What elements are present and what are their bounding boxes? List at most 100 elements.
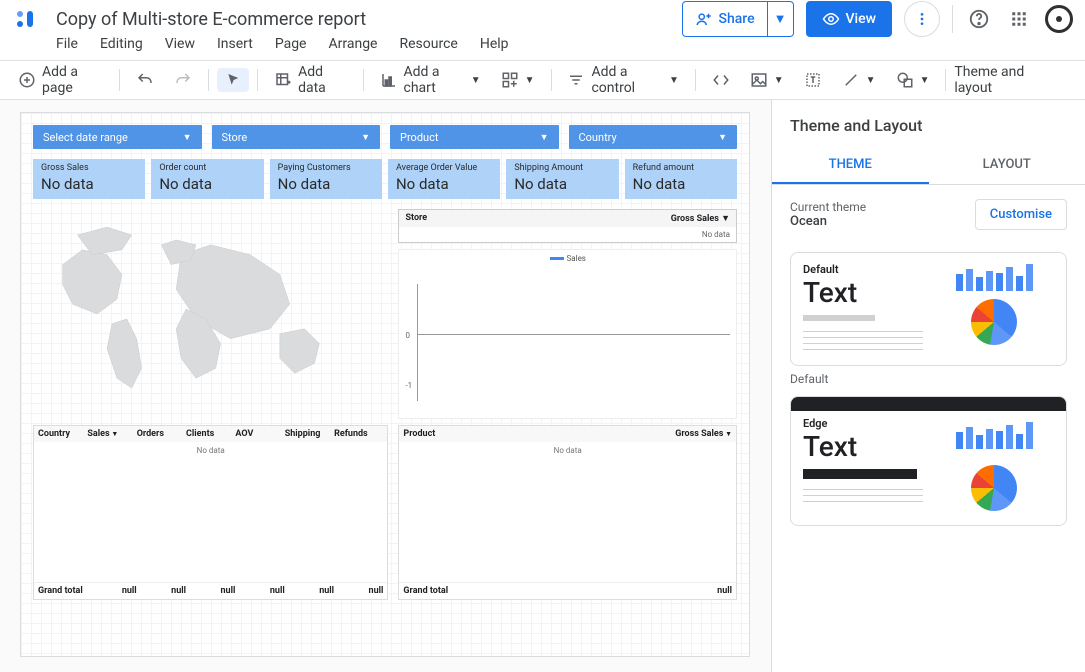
col-header[interactable]: Country: [38, 429, 87, 439]
theme-layout-button[interactable]: Theme and layout: [954, 64, 1075, 96]
report-canvas[interactable]: Select date range▼ Store▼ Product▼ Count…: [20, 112, 750, 657]
col-header[interactable]: Sales: [87, 429, 136, 439]
menu-file[interactable]: File: [56, 36, 78, 52]
chevron-down-icon: ▼: [866, 75, 876, 86]
select-tool-button[interactable]: [217, 68, 249, 92]
theme-card-default[interactable]: Default Text: [790, 252, 1067, 366]
product-table[interactable]: Product Gross Sales No data Grand total …: [398, 425, 737, 600]
share-button[interactable]: Share: [683, 2, 767, 36]
add-control-label: Add a control: [591, 64, 662, 96]
scorecard-refund[interactable]: Refund amountNo data: [625, 159, 737, 199]
apps-grid-icon[interactable]: [1005, 5, 1033, 33]
add-control-button[interactable]: Add a control ▼: [559, 60, 686, 100]
separator: [363, 69, 364, 91]
chevron-down-icon: ▼: [361, 132, 370, 143]
undo-button[interactable]: [128, 67, 162, 93]
scorecard-shipping[interactable]: Shipping AmountNo data: [506, 159, 618, 199]
store-table[interactable]: StoreGross Sales ▼ No data: [398, 209, 737, 243]
filter-date-range[interactable]: Select date range▼: [33, 125, 202, 149]
more-options-button[interactable]: [904, 1, 940, 37]
menu-insert[interactable]: Insert: [217, 36, 253, 52]
toolbar: Add a page Add data Add a chart ▼ ▼ Add …: [0, 60, 1085, 100]
filter-icon: [567, 71, 585, 89]
filter-country[interactable]: Country▼: [569, 125, 738, 149]
help-icon[interactable]: [965, 5, 993, 33]
app-logo-icon[interactable]: [12, 5, 40, 33]
chevron-down-icon: ▼: [471, 75, 481, 86]
col-header[interactable]: Refunds: [334, 429, 383, 439]
filter-product[interactable]: Product▼: [390, 125, 559, 149]
text-icon: [804, 71, 822, 89]
line-button[interactable]: ▼: [834, 67, 884, 93]
menu-view[interactable]: View: [165, 36, 195, 52]
text-button[interactable]: [796, 67, 830, 93]
col-header[interactable]: Shipping: [285, 429, 334, 439]
canvas-viewport[interactable]: Select date range▼ Store▼ Product▼ Count…: [0, 100, 771, 672]
filter-store[interactable]: Store▼: [212, 125, 381, 149]
add-chart-button[interactable]: Add a chart ▼: [372, 60, 489, 100]
edge-top-bar: [791, 397, 1066, 411]
sales-line-chart[interactable]: Sales 0 -1: [398, 249, 737, 419]
col-header: Store: [405, 213, 427, 224]
menu-page[interactable]: Page: [275, 36, 307, 52]
chevron-down-icon: ▼: [718, 132, 727, 143]
plus-circle-icon: [18, 71, 36, 89]
scorecard-value: No data: [278, 175, 374, 193]
footer-cell: null: [186, 586, 235, 596]
separator: [695, 69, 696, 91]
scorecard-label: Average Order Value: [396, 163, 492, 173]
tab-theme[interactable]: THEME: [772, 147, 929, 184]
chevron-down-icon: ▼: [774, 75, 784, 86]
menu-resource[interactable]: Resource: [399, 36, 457, 52]
theme-layout-panel: Theme and Layout THEME LAYOUT Current th…: [771, 100, 1085, 672]
tab-layout[interactable]: LAYOUT: [929, 147, 1085, 184]
account-avatar-icon[interactable]: [1045, 5, 1073, 33]
main-area: Select date range▼ Store▼ Product▼ Count…: [0, 100, 1085, 672]
chevron-down-icon: ▼: [669, 75, 679, 86]
shape-button[interactable]: ▼: [888, 67, 938, 93]
theme-card-edge[interactable]: Edge Text: [790, 396, 1067, 526]
add-page-button[interactable]: Add a page: [10, 60, 111, 100]
col-header[interactable]: Clients: [186, 429, 235, 439]
col-header[interactable]: Gross Sales: [568, 429, 732, 439]
view-label: View: [846, 11, 877, 27]
scorecard-order-count[interactable]: Order countNo data: [151, 159, 263, 199]
col-header[interactable]: AOV: [235, 429, 284, 439]
image-button[interactable]: ▼: [742, 67, 792, 93]
country-table[interactable]: Country Sales Orders Clients AOV Shippin…: [33, 425, 388, 600]
view-button[interactable]: View: [806, 1, 893, 37]
menu-arrange[interactable]: Arrange: [329, 36, 378, 52]
document-title[interactable]: Copy of Multi-store E-commerce report: [56, 9, 366, 30]
image-icon: [750, 71, 768, 89]
add-data-button[interactable]: Add data: [266, 60, 355, 100]
col-header-sort[interactable]: Gross Sales ▼: [671, 213, 730, 224]
chevron-down-icon: ▼: [183, 132, 192, 143]
footer-cell: Grand total: [403, 586, 567, 596]
customise-button[interactable]: Customise: [975, 199, 1067, 230]
x-axis: [417, 334, 730, 335]
url-embed-button[interactable]: [704, 67, 738, 93]
scorecard-paying-customers[interactable]: Paying CustomersNo data: [270, 159, 382, 199]
chevron-down-icon: ▼: [525, 75, 535, 86]
col-header[interactable]: Product: [403, 429, 567, 439]
chevron-down-icon: ▼: [920, 75, 930, 86]
share-label: Share: [719, 11, 755, 27]
theme-gallery[interactable]: Default Text: [772, 244, 1085, 672]
separator: [208, 69, 209, 91]
blocks-icon: [501, 71, 519, 89]
community-viz-button[interactable]: ▼: [493, 67, 543, 93]
share-dropdown-icon[interactable]: ▼: [767, 2, 793, 36]
mini-pie-chart-icon: [971, 465, 1017, 511]
separator: [551, 69, 552, 91]
geo-map-chart[interactable]: [33, 209, 388, 419]
footer-cell: null: [235, 586, 284, 596]
menu-help[interactable]: Help: [480, 36, 509, 52]
menu-editing[interactable]: Editing: [100, 36, 143, 52]
mini-pie-chart-icon: [971, 299, 1017, 345]
redo-button[interactable]: [166, 67, 200, 93]
scorecard-gross-sales[interactable]: Gross SalesNo data: [33, 159, 145, 199]
scorecard-aov[interactable]: Average Order ValueNo data: [388, 159, 500, 199]
chart-icon: [380, 71, 398, 89]
no-data-text: No data: [34, 442, 387, 582]
col-header[interactable]: Orders: [137, 429, 186, 439]
